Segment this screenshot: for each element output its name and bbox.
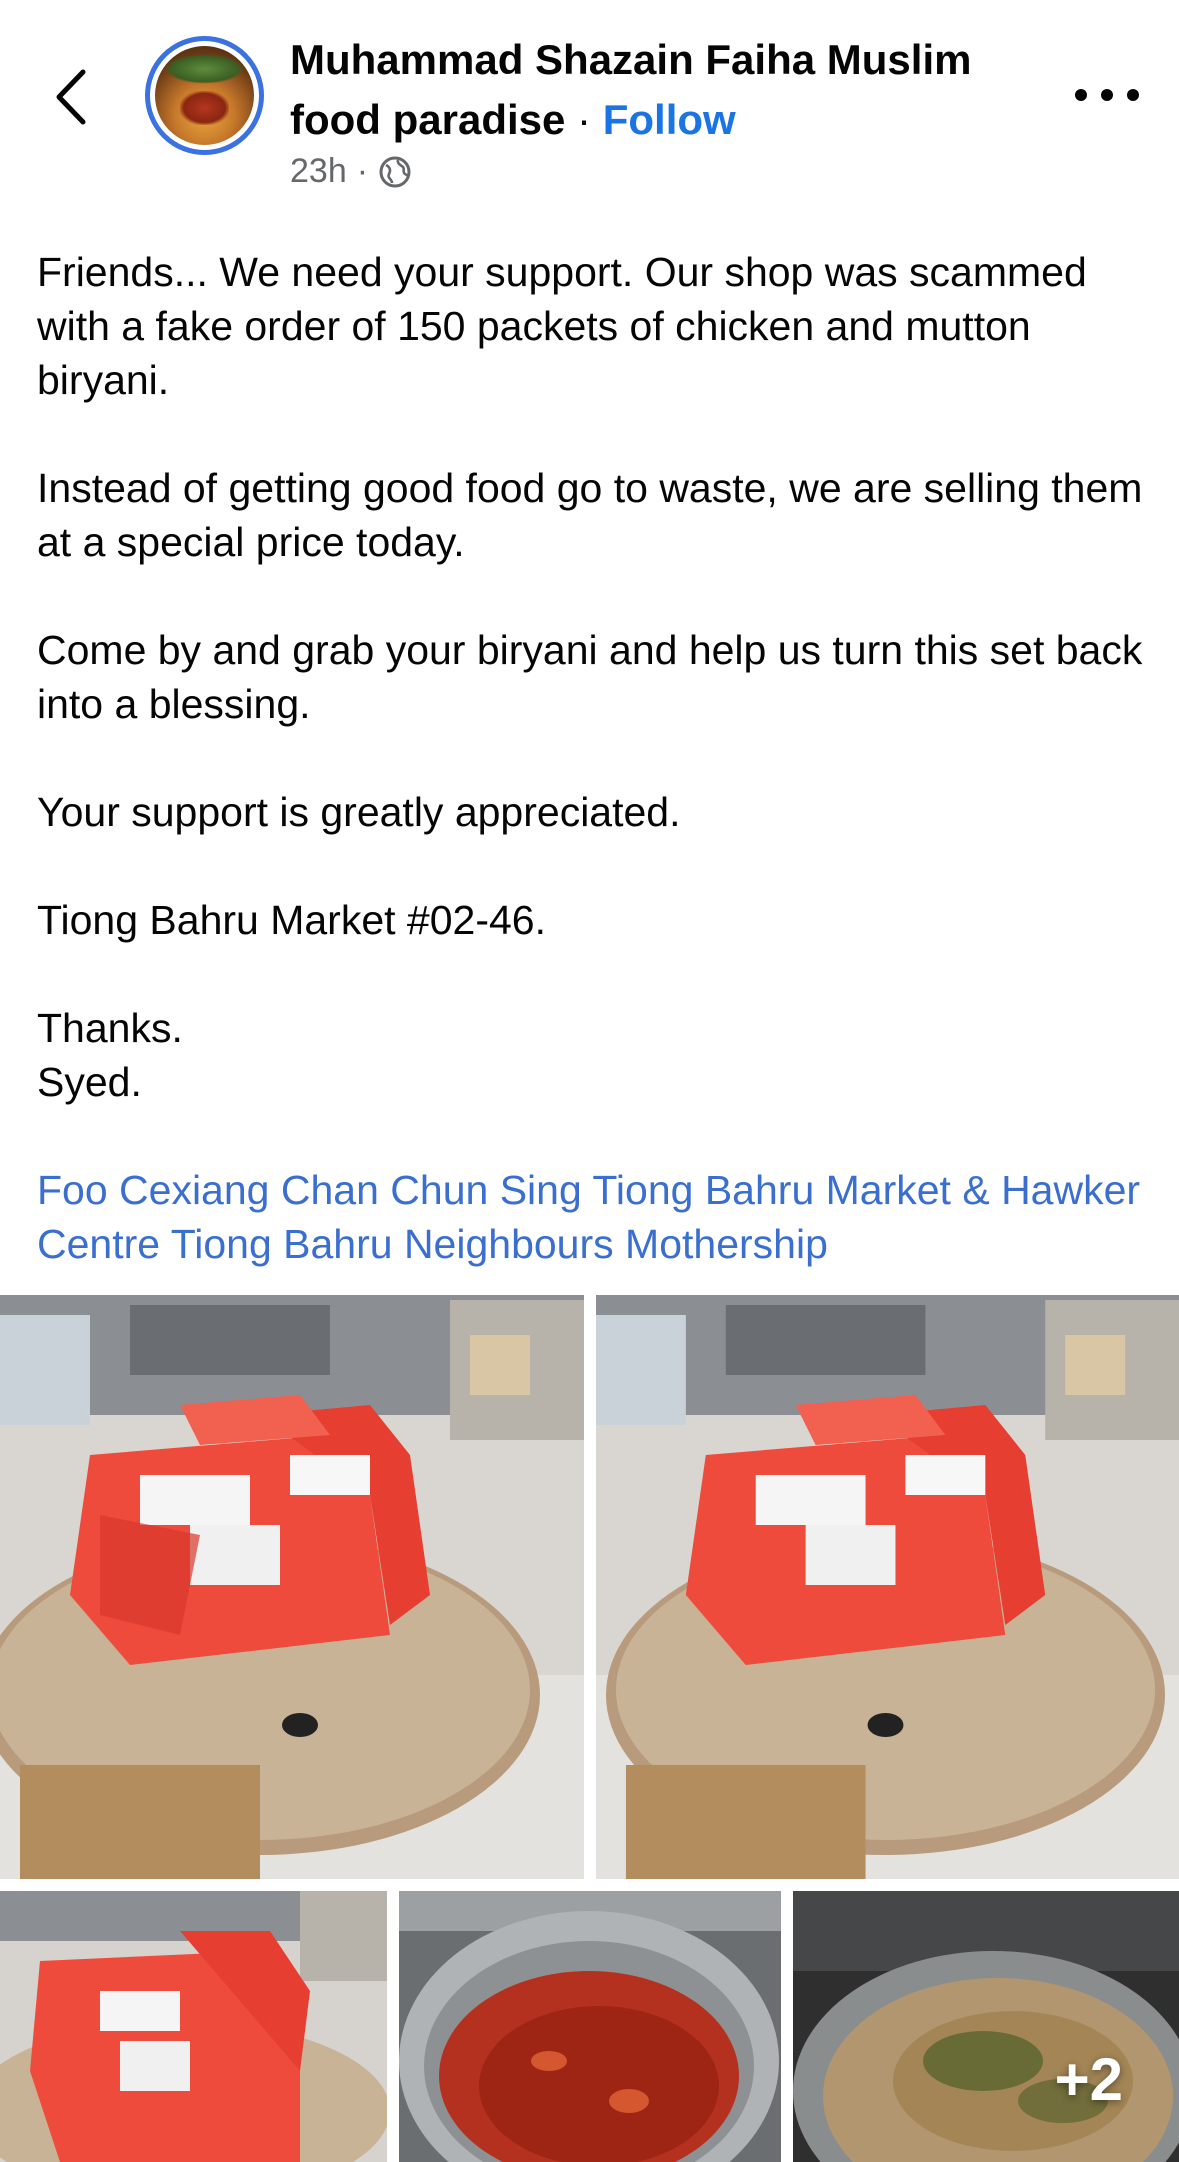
tag-link[interactable]: Chan Chun Sing — [281, 1167, 582, 1213]
globe-icon — [379, 156, 411, 187]
post-paragraph: Instead of getting good food go to waste… — [37, 465, 1154, 565]
post-meta: 23h · — [290, 152, 412, 191]
tag-link[interactable]: Foo Cexiang — [37, 1167, 269, 1213]
tag-link[interactable]: Mothership — [625, 1221, 828, 1267]
post-paragraph: Come by and grab your biryani and help u… — [37, 627, 1154, 727]
post-paragraph: Friends... We need your support. Our sho… — [37, 249, 1099, 403]
more-options-button[interactable] — [1075, 78, 1139, 112]
post-photo[interactable] — [596, 1295, 1179, 1879]
more-photos-count: +2 — [1054, 2046, 1123, 2113]
photo-bags-on-table — [0, 1295, 584, 1879]
post-photo[interactable]: +2 — [793, 1891, 1179, 2162]
post-photo[interactable] — [399, 1891, 781, 2162]
meta-separator: · — [356, 152, 369, 190]
photo-curry-pot — [399, 1891, 781, 2162]
separator-dot: · — [565, 96, 603, 143]
photo-biryani-pot — [793, 1891, 1179, 2162]
avatar-image — [155, 46, 254, 145]
tagged-people: Foo Cexiang Chan Chun Sing Tiong Bahru M… — [37, 1163, 1147, 1271]
follow-button[interactable]: Follow — [603, 96, 736, 143]
author-block: Muhammad Shazain Faiha Muslim food parad… — [290, 30, 1070, 150]
photo-bags-on-table — [596, 1295, 1179, 1879]
timestamp[interactable]: 23h — [290, 152, 347, 191]
post-paragraph: Tiong Bahru Market #02-46. — [37, 897, 546, 943]
back-button[interactable] — [40, 62, 100, 132]
avatar[interactable] — [145, 36, 264, 155]
post-text: Friends... We need your support. Our sho… — [37, 245, 1147, 1271]
post-paragraph: Your support is greatly appreciated. — [37, 789, 681, 835]
photo-bags-closeup — [0, 1891, 387, 2162]
post-photo[interactable] — [0, 1295, 584, 1879]
post-header: Muhammad Shazain Faiha Muslim food parad… — [0, 0, 1179, 215]
chevron-left-icon — [56, 69, 86, 125]
author-name-line2[interactable]: food paradise — [290, 96, 565, 143]
post-photo[interactable] — [0, 1891, 387, 2162]
author-name-line1[interactable]: Muhammad Shazain Faiha Muslim — [290, 30, 1070, 90]
more-horizontal-icon — [1075, 89, 1087, 101]
post-paragraph: Thanks. Syed. — [37, 1005, 183, 1105]
tag-link[interactable]: Tiong Bahru Neighbours — [171, 1221, 614, 1267]
